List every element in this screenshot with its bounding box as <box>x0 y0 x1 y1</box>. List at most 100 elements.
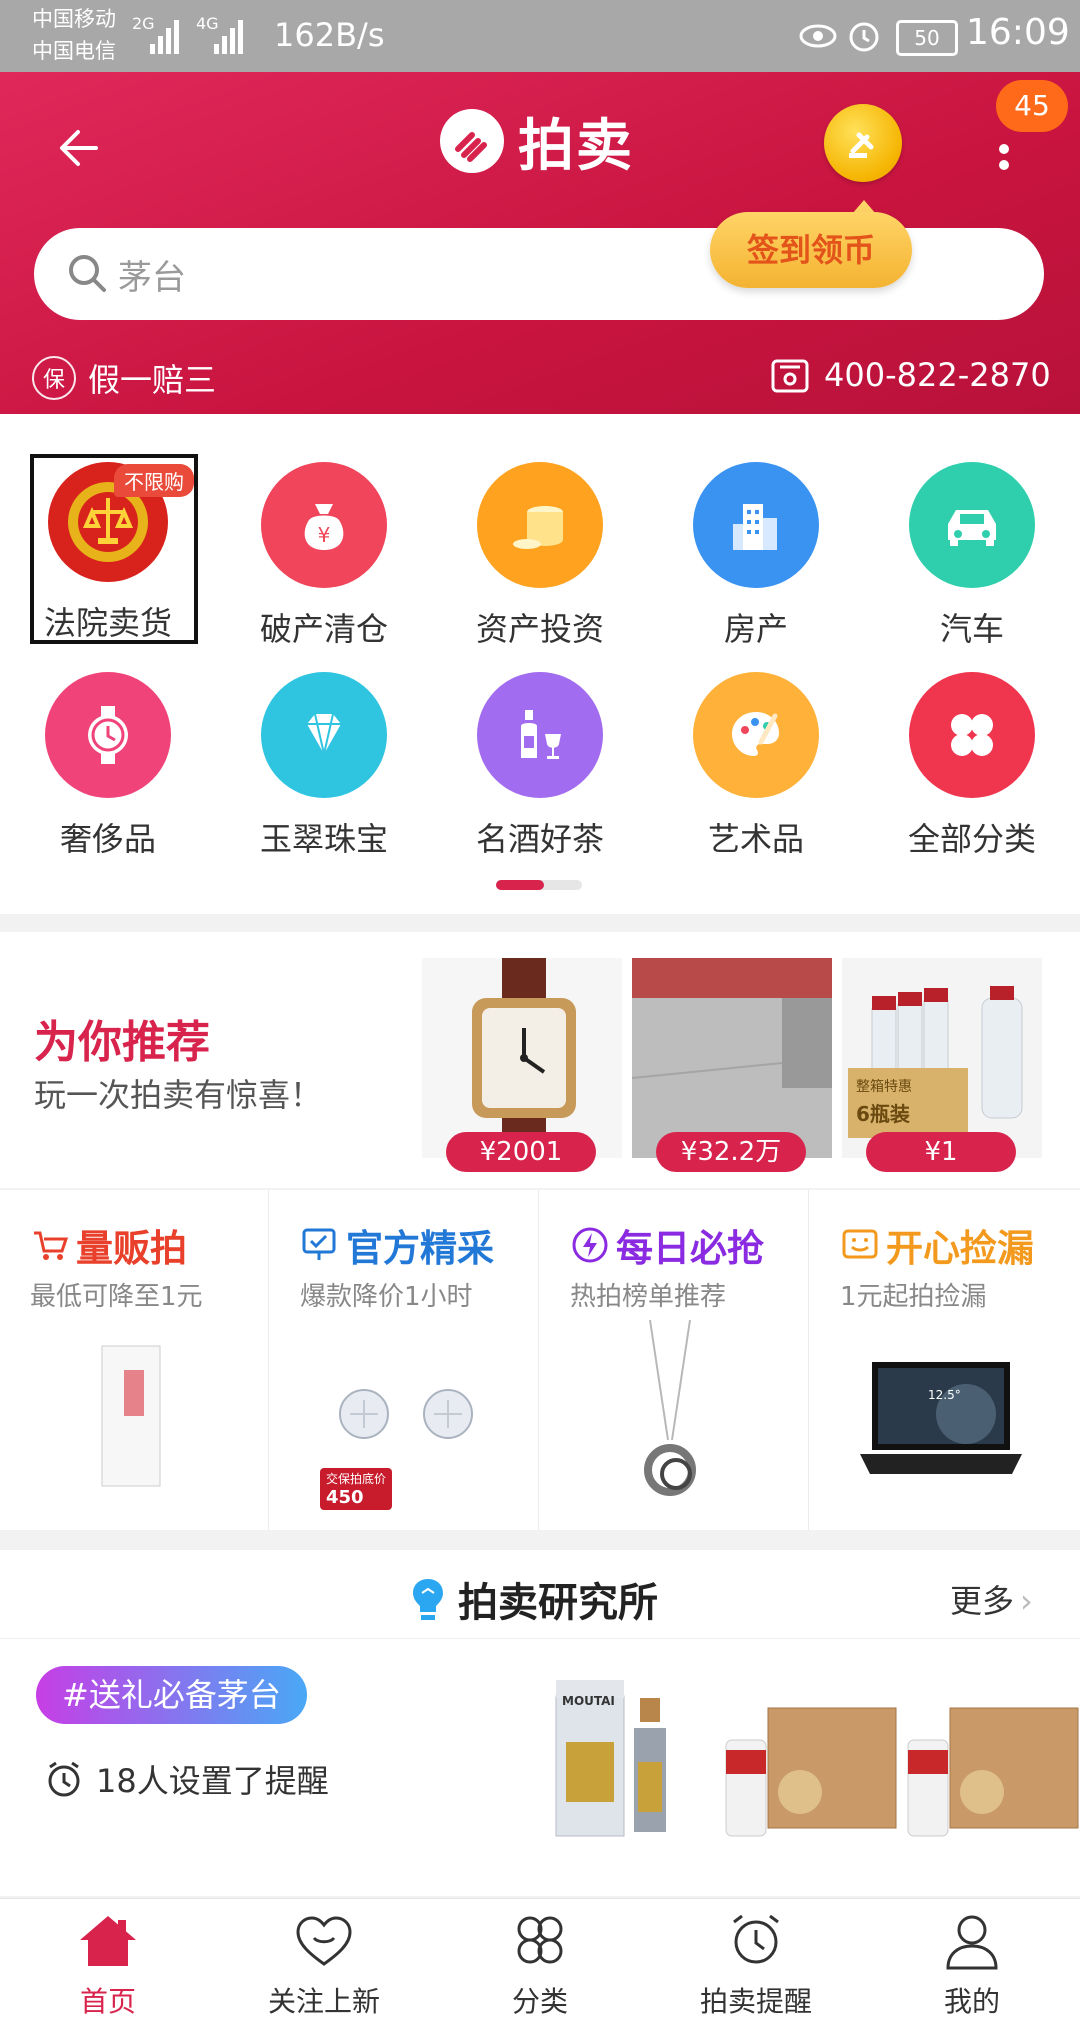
smile-chat-icon <box>842 1229 878 1259</box>
coins-icon <box>477 462 603 588</box>
hotline[interactable]: 400-822-2870 <box>770 355 1051 395</box>
moutai-label: MOUTAI <box>562 1694 615 1708</box>
clover-icon <box>909 672 1035 798</box>
diamond-icon <box>261 672 387 798</box>
promo-title: 量贩拍 <box>76 1227 187 1270</box>
phone-number: 400-822-2870 <box>824 356 1051 394</box>
search-input[interactable]: 茅台 <box>118 250 186 299</box>
promo-subtitle: 最低可降至1元 <box>30 1282 203 1312</box>
category-label: 资产投资 <box>475 610 604 648</box>
svg-text:¥: ¥ <box>318 523 331 547</box>
moutai-case-image-2[interactable] <box>904 1700 1080 1840</box>
carrier-2: 中国电信 <box>32 39 116 63</box>
tab-label: 我的 <box>943 1985 1000 2018</box>
lab-title-text: 拍卖研究所 <box>458 1580 658 1626</box>
promo-subtitle: 爆款降价1小时 <box>300 1282 473 1312</box>
category-wine-tea[interactable]: 名酒好茶 <box>432 672 648 860</box>
category-luxury[interactable]: 奢侈品 <box>0 672 216 860</box>
car-icon <box>909 462 1035 588</box>
category-car[interactable]: 汽车 <box>864 462 1080 650</box>
user-icon <box>946 1915 998 1970</box>
palette-icon <box>693 672 819 798</box>
lightning-icon <box>572 1227 608 1263</box>
chevron-right-icon: › <box>1020 1582 1033 1620</box>
more-link[interactable]: 更多 › <box>950 1576 1033 1622</box>
category-label: 奢侈品 <box>59 820 156 858</box>
price-tag: ¥1 <box>866 1132 1016 1172</box>
more-menu-icon[interactable] <box>996 138 1012 176</box>
promo-subtitle: 热拍榜单推荐 <box>570 1282 727 1312</box>
category-label: 艺术品 <box>707 820 804 858</box>
moutai-case-image[interactable] <box>722 1700 900 1840</box>
product-watch[interactable] <box>422 958 622 1158</box>
product-property[interactable] <box>632 958 832 1158</box>
bail-price-label: 交保拍底价 <box>326 1472 387 1486</box>
watch-icon <box>45 672 171 798</box>
logo-text: 拍卖 <box>518 113 634 179</box>
category-realestate[interactable]: 房产 <box>648 462 864 650</box>
tab-label: 分类 <box>511 1985 568 2018</box>
more-text: 更多 <box>950 1582 1015 1620</box>
product-liquor[interactable]: 整箱特惠 6瓶装 <box>842 958 1042 1158</box>
heart-icon <box>296 1916 352 1966</box>
phone-icon <box>771 359 809 393</box>
category-label: 房产 <box>723 610 788 648</box>
category-label: 破产清仓 <box>259 610 388 648</box>
signal-icon-2 <box>214 20 243 54</box>
box-text-2: 6瓶装 <box>856 1102 910 1126</box>
alarm-icon <box>849 22 879 52</box>
promo-bargain[interactable]: 开心捡漏 1元起拍捡漏 12.5° <box>810 1190 1080 1530</box>
recommend-subtitle: 玩一次拍卖有惊喜！ <box>34 1076 323 1114</box>
alarm-clock-icon <box>48 1761 80 1797</box>
bail-price-value: 450 <box>326 1487 364 1508</box>
category-bankruptcy[interactable]: ¥ 破产清仓 <box>216 462 432 650</box>
lightbulb-icon <box>413 1579 443 1620</box>
category-label: 全部分类 <box>907 820 1036 858</box>
shield-icon: 保 <box>32 356 76 400</box>
lab-title: 拍卖研究所 <box>410 1570 658 1628</box>
category-art[interactable]: 艺术品 <box>648 672 864 860</box>
tab-follow[interactable]: 关注上新 <box>216 1912 432 2020</box>
perfume-product-image <box>101 1345 161 1487</box>
promo-bulk[interactable]: 量贩拍 最低可降至1元 <box>0 1190 269 1530</box>
bail-price-tag: 交保拍底价 450 <box>320 1468 393 1510</box>
price-tag: ¥2001 <box>446 1132 596 1172</box>
tab-label: 拍卖提醒 <box>699 1985 812 2018</box>
promo-title: 官方精采 <box>346 1227 494 1270</box>
promo-subtitle: 1元起拍捡漏 <box>840 1282 987 1312</box>
coin-icon[interactable] <box>824 104 902 182</box>
clock: 16:09 <box>966 12 1070 53</box>
recommend-title: 为你推荐 <box>34 1017 210 1068</box>
promo-daily[interactable]: 每日必抢 热拍榜单推荐 <box>540 1190 809 1530</box>
guarantee-label: 保 假一赔三 <box>32 355 216 401</box>
carrier-1: 中国移动 <box>32 7 116 31</box>
wine-icon <box>477 672 603 798</box>
tab-reminder[interactable]: 拍卖提醒 <box>648 1912 864 2020</box>
back-arrow-icon[interactable] <box>52 118 112 178</box>
category-label: 玉翠珠宝 <box>259 820 388 858</box>
tab-profile[interactable]: 我的 <box>864 1912 1080 2020</box>
tab-label: 关注上新 <box>267 1985 380 2018</box>
box-text-1: 整箱特惠 <box>856 1079 912 1095</box>
promo-official[interactable]: 官方精采 爆款降价1小时 交保拍底价 450 <box>270 1190 539 1530</box>
signin-coin-button[interactable]: 签到领币 <box>710 212 912 288</box>
promo-title: 开心捡漏 <box>886 1227 1034 1270</box>
category-all[interactable]: 全部分类 <box>864 672 1080 860</box>
eye-icon <box>799 24 837 48</box>
reminder-text: 18人设置了提醒 <box>96 1762 329 1800</box>
category-label: 汽车 <box>939 610 1004 648</box>
building-icon <box>693 462 819 588</box>
reminder-count: 18人设置了提醒 <box>44 1756 329 1802</box>
home-icon <box>80 1916 136 1966</box>
topic-tag[interactable]: #送礼必备茅台 <box>36 1666 307 1724</box>
category-assets[interactable]: 资产投资 <box>432 462 648 650</box>
liquor-product-image <box>848 986 1023 1138</box>
tab-category[interactable]: 分类 <box>432 1912 648 2020</box>
net-speed: 162B/s <box>274 16 385 54</box>
divider <box>0 1638 1080 1639</box>
category-jewelry[interactable]: 玉翠珠宝 <box>216 672 432 860</box>
tab-label: 首页 <box>79 1985 136 2018</box>
tab-home[interactable]: 首页 <box>0 1912 216 2020</box>
money-bag-icon: ¥ <box>261 462 387 588</box>
laptop-screen-text: 12.5° <box>928 1388 961 1402</box>
